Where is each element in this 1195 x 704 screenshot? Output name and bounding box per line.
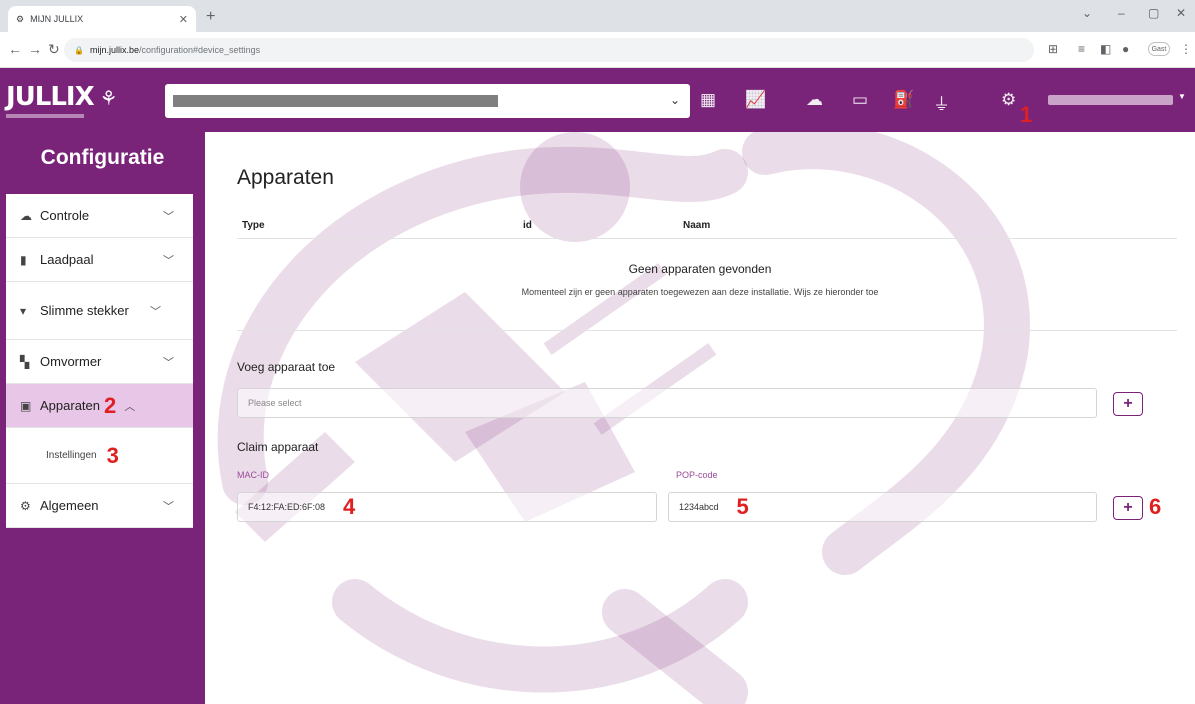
sidebar-subitem-instellingen[interactable]: Instellingen 3 (6, 428, 193, 484)
empty-state-title: Geen apparaten gevonden (628, 262, 772, 276)
jullix-logo[interactable]: JULLIX ⚘ (6, 82, 118, 112)
annotation-4: 4 (343, 494, 356, 519)
claim-device-title: Claim apparaat (237, 440, 319, 454)
browser-tabbar: ⚙ MIJN JULLIX ✕ + ⌄ – ▢ ✕ (0, 0, 1195, 32)
plug-icon: ▾ (20, 303, 27, 318)
reload-button[interactable]: ↻ (48, 41, 60, 58)
sidebar-item-apparaten[interactable]: ▣ Apparaten 2 ︿ (6, 384, 193, 428)
dashboard-icon[interactable]: ▦ (700, 90, 716, 110)
sidebar-item-label: Laadpaal (40, 252, 94, 267)
money-icon[interactable]: ▭ (852, 90, 868, 110)
main-content: Apparaten Type id Naam Geen apparaten ge… (205, 132, 1195, 704)
sidebar-item-label: Slimme stekker (40, 303, 129, 318)
chevron-down-icon: ﹀ (163, 254, 174, 267)
chart-icon[interactable]: 📈 (745, 90, 766, 110)
sidebar-item-label: Controle (40, 208, 90, 223)
logo-icon: ⚘ (93, 86, 118, 110)
chevron-down-icon: ﹀ (163, 356, 174, 369)
add-device-button[interactable]: + (1113, 392, 1143, 416)
url-path: /configuration#device_settings (139, 45, 261, 55)
charger-icon[interactable]: ⛽ (893, 90, 914, 110)
gear-icon: ⚙ (20, 498, 31, 513)
page-title: Apparaten (237, 166, 334, 189)
add-device-title: Voeg apparaat toe (237, 360, 336, 374)
column-header-id: id (523, 220, 532, 231)
gear-icon[interactable]: ⚙ (1001, 90, 1016, 110)
device-icon: ▣ (20, 398, 32, 413)
annotation-2: 2 (104, 392, 117, 418)
mac-id-input[interactable]: F4:12:FA:ED:6F:08 4 (237, 492, 657, 522)
pop-code-input[interactable]: 1234abcd 5 (668, 492, 1097, 522)
sidebar-item-omvormer[interactable]: ▚ Omvormer ﹀ (6, 340, 193, 384)
inverter-icon: ▚ (20, 354, 30, 369)
chevron-down-icon[interactable]: ⌄ (1082, 6, 1092, 20)
pop-code-label: POP-code (676, 470, 718, 480)
sidebar-item-laadpaal[interactable]: ▮ Laadpaal ﹀ (6, 238, 193, 282)
lock-icon: 🔒 (74, 45, 84, 55)
mac-id-value: F4:12:FA:ED:6F:08 (248, 502, 326, 512)
sidepanel-icon[interactable]: ◧ (1100, 42, 1111, 56)
sidebar-item-algemeen[interactable]: ⚙ Algemeen ﹀ (6, 484, 193, 528)
url-host: mijn.jullix.be (89, 45, 139, 55)
menu-icon[interactable]: ⋮ (1180, 42, 1192, 56)
chevron-down-icon: ﹀ (150, 305, 161, 318)
sidebar-item-label: Apparaten (40, 398, 100, 413)
reading-list-icon[interactable]: ≡ (1078, 42, 1085, 56)
favicon-icon: ⚙ (16, 13, 25, 24)
sidebar-item-label: Omvormer (40, 354, 102, 369)
charger-icon: ▮ (20, 252, 27, 267)
minimize-button[interactable]: – (1118, 6, 1125, 20)
column-header-naam: Naam (683, 220, 711, 231)
brain-icon[interactable]: ☁ (806, 90, 823, 110)
annotation-6: 6 (1149, 494, 1162, 519)
username-redacted[interactable] (1048, 95, 1173, 105)
browser-tab[interactable]: ⚙ MIJN JULLIX ✕ (8, 6, 196, 32)
back-button[interactable]: ← (8, 41, 22, 57)
tab-title: MIJN JULLIX (30, 14, 84, 24)
annotation-1: 1 (1020, 102, 1033, 127)
translate-icon[interactable]: ⊞ (1048, 42, 1058, 56)
sidebar-menu: ☁ Controle ﹀ ▮ Laadpaal ﹀ ▾ Slimme stekk… (6, 194, 193, 528)
column-header-type: Type (242, 220, 265, 231)
logo-tagline (6, 114, 84, 118)
maximize-button[interactable]: ▢ (1148, 6, 1159, 20)
close-tab-icon[interactable]: ✕ (179, 13, 188, 26)
brain-icon: ☁ (20, 208, 32, 223)
empty-state-subtitle: Momenteel zijn er geen apparaten toegewe… (521, 287, 879, 297)
sidebar-item-slimme-stekker[interactable]: ▾ Slimme stekker ﹀ (6, 282, 193, 340)
section-divider (237, 330, 1177, 331)
logo-text: JULLIX (6, 82, 95, 112)
app-header: JULLIX ⚘ ⌄ ▦ 📈 ☁ ▭ ⛽ ⏚ ⚙ 1 ▼ (0, 68, 1195, 132)
profile-icon[interactable]: ● (1122, 42, 1129, 56)
installation-select[interactable]: ⌄ (165, 84, 690, 118)
address-bar[interactable]: 🔒 mijn.jullix.be /configuration#device_s… (64, 38, 1034, 62)
sidebar-subitem-label: Instellingen (46, 450, 97, 461)
chevron-down-icon: ﹀ (163, 210, 174, 223)
guest-badge[interactable]: Gast (1148, 42, 1170, 56)
new-tab-button[interactable]: + (206, 8, 215, 26)
jullix-watermark (217, 132, 1030, 704)
sidebar-item-label: Algemeen (40, 498, 99, 513)
claim-device-button[interactable]: + (1113, 496, 1143, 520)
installation-name-redacted (173, 95, 498, 107)
close-window-button[interactable]: ✕ (1176, 6, 1186, 20)
mac-id-label: MAC-ID (237, 470, 269, 480)
annotation-5: 5 (736, 494, 749, 519)
device-select[interactable]: Please select (237, 388, 1097, 418)
sidebar-item-controle[interactable]: ☁ Controle ﹀ (6, 194, 193, 238)
chevron-down-icon: ⌄ (669, 93, 680, 107)
chevron-up-icon: ︿ (124, 400, 136, 413)
table-divider (237, 238, 1177, 239)
sidebar-title: Configuratie (40, 146, 165, 169)
annotation-3: 3 (106, 442, 119, 468)
pop-code-value: 1234abcd (679, 502, 719, 512)
caret-down-icon[interactable]: ▼ (1178, 92, 1186, 101)
browser-toolbar: ← → ↻ 🔒 mijn.jullix.be /configuration#de… (0, 32, 1195, 68)
plug-icon[interactable]: ⏚ (933, 90, 950, 115)
forward-button[interactable]: → (28, 41, 42, 57)
chevron-down-icon: ﹀ (163, 500, 174, 513)
sidebar: Configuratie ☁ Controle ﹀ ▮ Laadpaal ﹀ ▾… (0, 132, 205, 704)
